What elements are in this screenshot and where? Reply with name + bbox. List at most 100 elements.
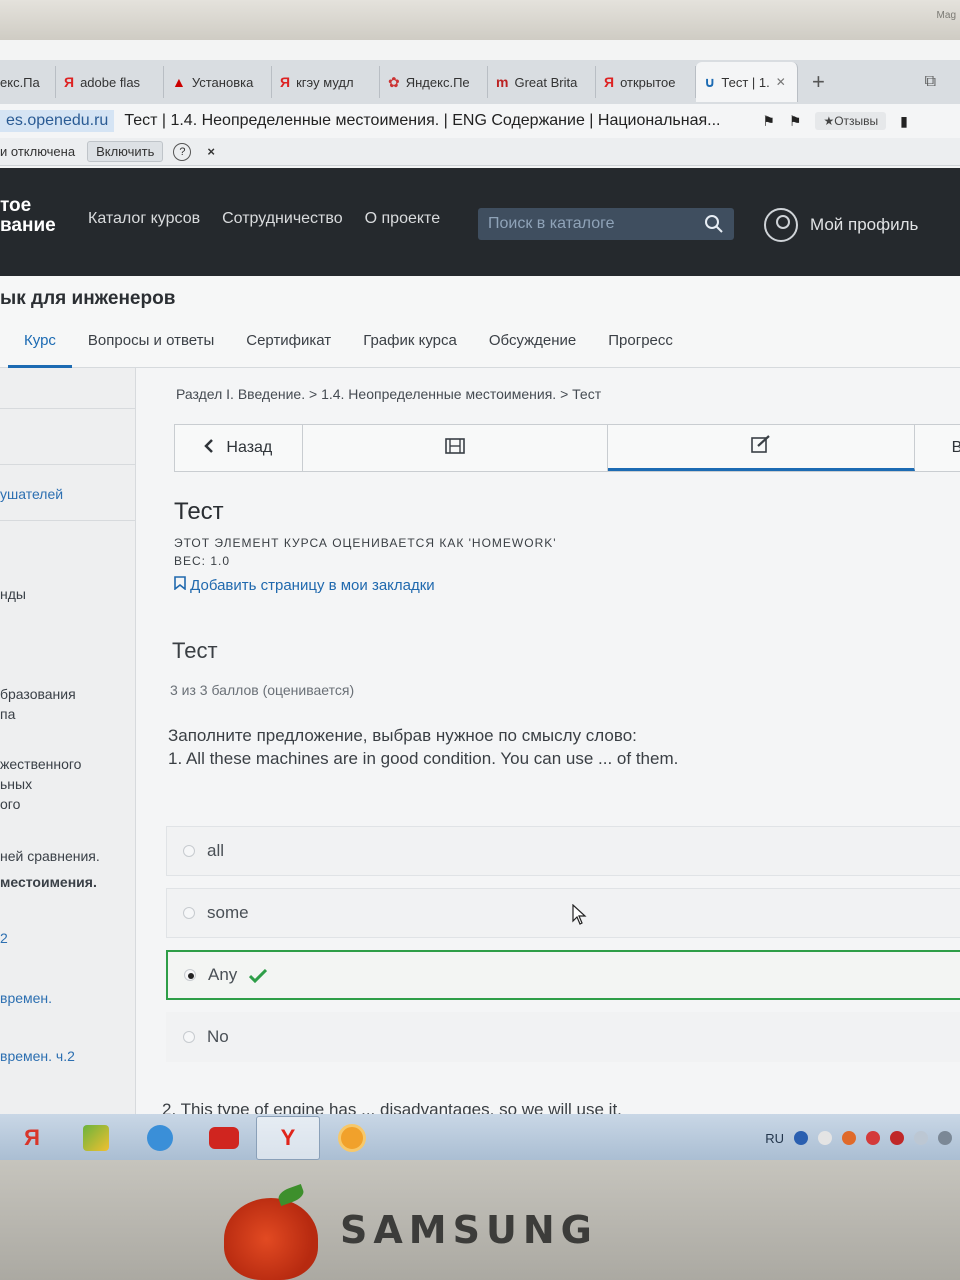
bezel-brand-text: Mag	[936, 10, 956, 21]
sequence-problem-tab[interactable]	[607, 425, 916, 471]
back-button[interactable]: Назад	[175, 425, 303, 471]
sidebar-item-current[interactable]: местоимения.	[0, 872, 136, 893]
system-tray: RU	[765, 1131, 952, 1146]
browser-tab-active[interactable]: ∪ Тест | 1. ✕	[696, 62, 798, 102]
close-tab-icon[interactable]: ✕	[776, 75, 786, 89]
close-icon[interactable]: ×	[207, 144, 215, 159]
translate-icon[interactable]: ⚑	[762, 113, 775, 130]
windows-taskbar: Я Y RU	[0, 1114, 960, 1160]
sidebar-item[interactable]: жественного	[0, 754, 136, 775]
language-indicator[interactable]: RU	[765, 1131, 784, 1146]
taskbar-media-icon[interactable]	[128, 1116, 192, 1160]
nav-catalog[interactable]: Каталог курсов	[88, 210, 200, 228]
sidebar-item[interactable]: па	[0, 704, 136, 725]
volume-icon[interactable]	[914, 1131, 928, 1145]
edit-icon	[751, 435, 771, 458]
radio-button[interactable]	[183, 907, 195, 919]
tab-progress[interactable]: Прогресс	[592, 326, 689, 368]
radio-button-checked[interactable]	[184, 969, 196, 981]
yandex-icon: Я	[604, 74, 615, 90]
browser-tab[interactable]: m Great Brita	[488, 66, 596, 98]
browser-tab[interactable]: ▲ Установка	[164, 66, 272, 98]
monitor-bezel-bottom: SAMSUNG	[0, 1160, 960, 1280]
tomato-sticker	[224, 1183, 318, 1280]
instruction-text: Заполните предложение, выбрав нужное по …	[168, 726, 637, 745]
add-bookmark-link[interactable]: Добавить страницу в мои закладки	[174, 576, 435, 594]
bookmark-icon[interactable]: ▮	[900, 113, 908, 130]
browser-tab[interactable]: Яоткрытое	[596, 66, 696, 98]
browser-tab[interactable]: ✿ Яндекс.Пе	[380, 66, 488, 98]
tab-certificate[interactable]: Сертификат	[230, 326, 347, 368]
radio-button[interactable]	[183, 845, 195, 857]
taskbar-app-icon[interactable]	[64, 1116, 128, 1160]
profile-menu[interactable]: Мой профиль	[764, 208, 918, 242]
question-text: Заполните предложение, выбрав нужное по …	[168, 724, 948, 770]
option-label: all	[207, 841, 225, 860]
tab-course[interactable]: Курс	[8, 326, 72, 368]
tray-icon[interactable]	[890, 1131, 904, 1145]
answer-option[interactable]: some	[166, 888, 960, 938]
problem-title: Тест	[172, 638, 218, 663]
help-tray-icon[interactable]	[794, 1131, 808, 1145]
nav-cooperation[interactable]: Сотрудничество	[222, 210, 343, 228]
course-title: ык для инженеров	[0, 288, 176, 309]
taskbar-app-icon[interactable]	[192, 1116, 256, 1160]
new-tab-button[interactable]: +	[812, 69, 825, 95]
tab-discussion-qa[interactable]: Вопросы и ответы	[72, 326, 230, 368]
taskbar-yandex-active[interactable]: Y	[256, 1116, 320, 1160]
sidebar-item[interactable]: нды	[0, 584, 136, 605]
sidebar-item[interactable]: ней сравнения.	[0, 846, 136, 867]
option-label: No	[207, 1027, 229, 1046]
option-label: Any	[208, 965, 238, 984]
tab-forum[interactable]: Обсуждение	[473, 326, 592, 368]
puzzle-icon: ✿	[388, 73, 400, 90]
address-bar[interactable]: es.openedu.ru Тест | 1.4. Неопределенные…	[0, 104, 960, 138]
bookmark-label: Добавить страницу в мои закладки	[190, 577, 435, 594]
enable-button[interactable]: Включить	[87, 141, 164, 162]
address-tools: ⚑ ⚑ ★Отзывы ▮	[762, 112, 908, 130]
taskbar-settings-icon[interactable]	[320, 1116, 384, 1160]
tab-schedule[interactable]: График курса	[347, 326, 473, 368]
sidebar-item[interactable]: времен.	[0, 988, 136, 1009]
taskbar-yandex-browser[interactable]: Я	[0, 1116, 64, 1160]
browser-tab[interactable]: екс.Па	[0, 66, 56, 98]
browser-tab[interactable]: Якгэу мудл	[272, 66, 380, 98]
tray-icon[interactable]	[866, 1131, 880, 1145]
nav-about[interactable]: О проекте	[365, 210, 440, 228]
extensions-icon[interactable]: ⚑	[789, 113, 802, 130]
breadcrumb[interactable]: Раздел I. Введение. > 1.4. Неопределенны…	[176, 386, 601, 402]
weight-note: ВЕС: 1.0	[174, 554, 231, 568]
tab-label: кгэу мудл	[296, 74, 354, 90]
radio-button[interactable]	[183, 1031, 195, 1043]
sidebar-item[interactable]: ушателей	[0, 484, 136, 505]
sequence-video-tab[interactable]	[303, 425, 608, 471]
browser-tab[interactable]: Яadobe flas	[56, 66, 164, 98]
tabs-menu-icon[interactable]: ⧉	[925, 73, 936, 91]
answer-option[interactable]: all	[166, 826, 960, 876]
tray-icon[interactable]	[842, 1131, 856, 1145]
answer-option-selected[interactable]: Any	[166, 950, 960, 1000]
sidebar-item[interactable]: ьных	[0, 774, 136, 795]
search-input[interactable]	[488, 215, 698, 233]
sidebar-divider	[0, 464, 136, 465]
tab-label: adobe flas	[80, 74, 141, 90]
sidebar-item[interactable]: 2	[0, 928, 136, 949]
help-icon[interactable]: ?	[173, 142, 192, 161]
search-icon[interactable]	[704, 214, 724, 234]
network-icon[interactable]	[938, 1131, 952, 1145]
tray-icon[interactable]	[818, 1131, 832, 1145]
sidebar-item[interactable]: бразования	[0, 684, 136, 705]
next-button[interactable]: Вп	[915, 425, 960, 471]
graded-note: ЭТОТ ЭЛЕМЕНТ КУРСА ОЦЕНИВАЕТСЯ КАК 'HOME…	[174, 536, 557, 550]
site-logo[interactable]: тое вание	[0, 196, 56, 236]
yandex-icon: Я	[64, 74, 75, 90]
main-nav: Каталог курсов Сотрудничество О проекте	[88, 210, 440, 228]
film-icon	[444, 437, 465, 459]
sidebar-item[interactable]: времен. ч.2	[0, 1046, 136, 1067]
sidebar-divider	[0, 520, 136, 521]
address-host[interactable]: es.openedu.ru	[0, 110, 115, 132]
answer-option[interactable]: No	[166, 1012, 960, 1062]
sidebar-item[interactable]: ого	[0, 794, 136, 815]
bookmark-icon	[174, 576, 190, 594]
reviews-button[interactable]: ★Отзывы	[815, 112, 887, 130]
